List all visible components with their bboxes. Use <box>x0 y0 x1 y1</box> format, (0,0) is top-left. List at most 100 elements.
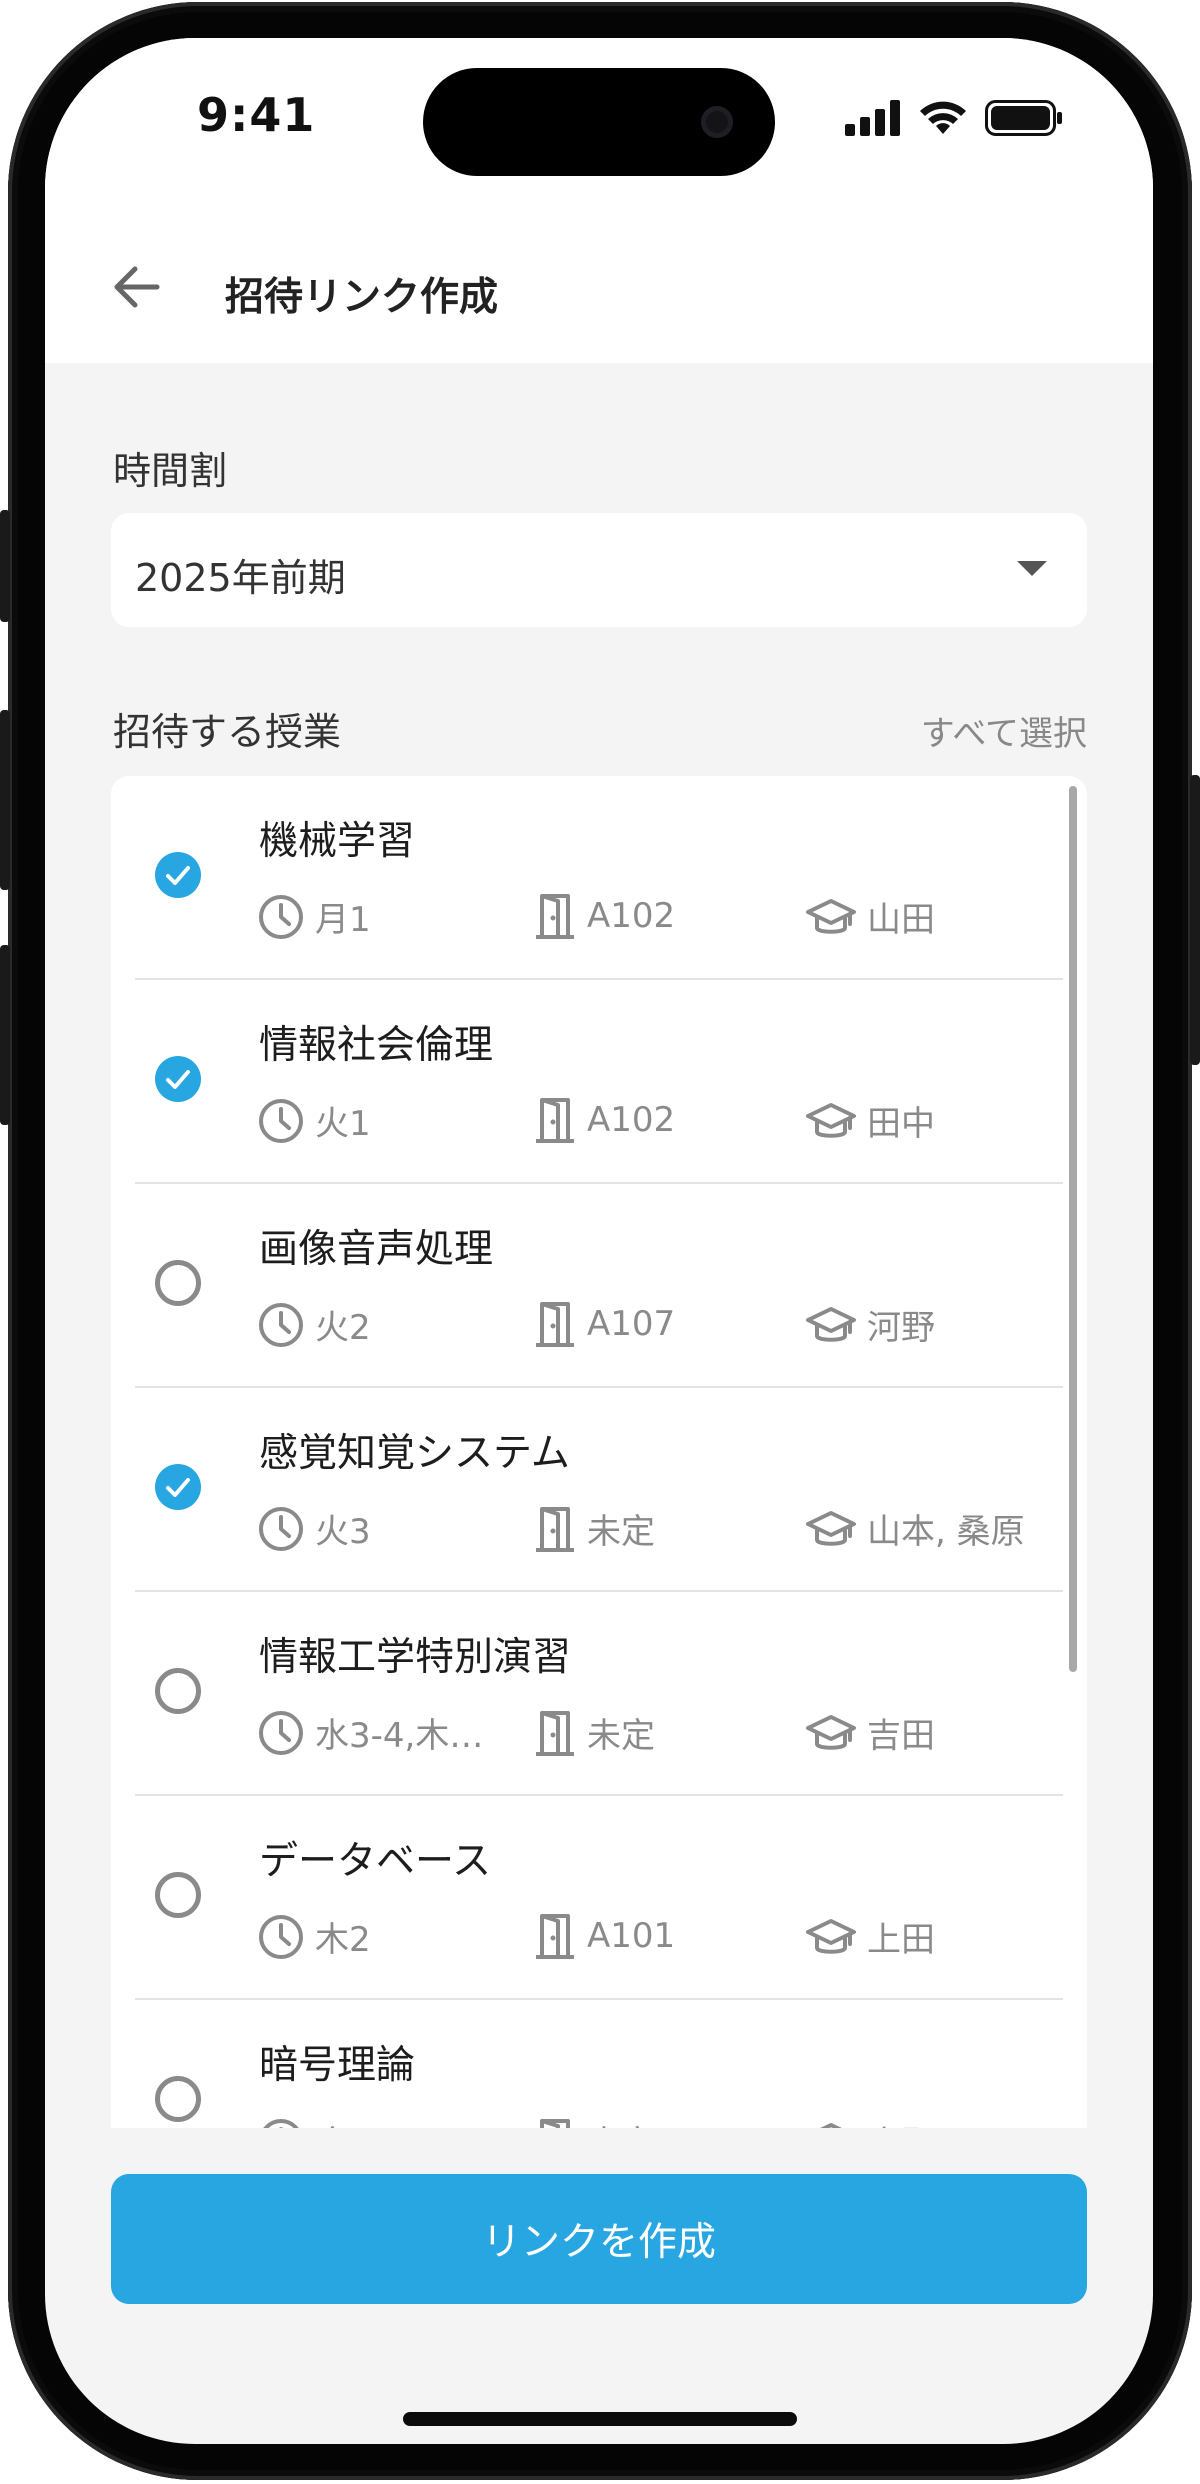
back-button[interactable] <box>105 256 167 318</box>
class-room: 未定 <box>533 2116 655 2128</box>
class-title: 画像音声処理 <box>259 1227 494 1272</box>
timetable-label: 時間割 <box>113 449 228 493</box>
class-room: A101 <box>533 1912 675 1960</box>
class-room: A102 <box>533 892 675 940</box>
create-link-button-label: リンクを作成 <box>481 2220 716 2265</box>
graduation-cap-icon <box>806 1510 856 1546</box>
classes-label: 招待する授業 <box>113 710 342 754</box>
checkbox-checked[interactable] <box>155 852 201 898</box>
class-list-item[interactable]: 機械学習月1 A102 山田 <box>111 776 1087 980</box>
checkbox-unchecked[interactable] <box>155 1668 201 1714</box>
clock-icon <box>259 1302 303 1347</box>
class-time-text: 木2 <box>315 1920 371 1960</box>
class-room: A107 <box>533 1300 675 1348</box>
graduation-cap-icon <box>806 898 856 934</box>
screen: 9:41 招待リンク作成 時間割 2025年前期 招待する授業 すべて選択 機械… <box>45 38 1153 2444</box>
class-list-item[interactable]: 情報社会倫理火1 A102 田中 <box>111 980 1087 1184</box>
arrow-left-icon <box>114 266 160 308</box>
class-title: 情報社会倫理 <box>259 1023 494 1068</box>
check-icon <box>166 866 190 885</box>
door-icon <box>536 894 574 939</box>
door-icon <box>536 1098 574 1143</box>
class-teacher-text: 山田 <box>867 900 935 940</box>
check-icon <box>166 1070 190 1089</box>
class-room-text: 未定 <box>587 2116 655 2128</box>
graduation-cap-icon <box>806 1714 856 1750</box>
class-time-text: 金3 <box>315 2116 371 2128</box>
class-list: 機械学習月1 A102 山田情報社会倫理火1 A102 田中画像音声処理火2 A107 河野… <box>111 776 1087 2128</box>
checkbox-checked[interactable] <box>155 1464 201 1510</box>
class-title: データベース <box>259 1839 492 1884</box>
status-icons <box>845 98 1063 138</box>
class-time: 金3 <box>257 2116 371 2128</box>
select-all-link[interactable]: すべて選択 <box>921 706 1087 755</box>
class-time: 火3 <box>257 1504 371 1553</box>
clock-icon <box>259 1914 303 1959</box>
class-teacher: 上田 <box>805 1912 935 1961</box>
class-room-text: 未定 <box>587 1512 655 1552</box>
clock-icon <box>259 894 303 939</box>
class-teacher: 河野 <box>805 1300 935 1349</box>
class-title: 暗号理論 <box>259 2043 416 2088</box>
class-time: 水3-4,木… <box>257 1708 483 1757</box>
checkbox-unchecked[interactable] <box>155 2076 201 2122</box>
door-icon <box>536 1506 574 1552</box>
class-teacher-text: 山本, 桑原 <box>867 1512 1025 1552</box>
home-indicator <box>403 2412 797 2426</box>
class-time-text: 月1 <box>315 900 371 940</box>
class-title: 感覚知覚システム <box>259 1431 570 1476</box>
class-time-text: 水3-4,木… <box>315 1716 484 1756</box>
class-time-text: 火1 <box>315 1104 371 1144</box>
class-room-text: A107 <box>587 1304 676 1344</box>
checkbox-checked[interactable] <box>155 1056 201 1102</box>
volume-up-button <box>0 710 10 890</box>
class-teacher-text: 小野 <box>867 2116 935 2128</box>
class-list-item[interactable]: データベース木2 A101 上田 <box>111 1796 1087 2000</box>
class-time: 火1 <box>257 1096 371 1145</box>
class-room-text: A101 <box>587 1916 676 1956</box>
clock-icon <box>259 1506 303 1551</box>
class-teacher: 田中 <box>805 1096 935 1145</box>
class-teacher-text: 吉田 <box>867 1716 935 1756</box>
class-teacher: 山田 <box>805 892 935 941</box>
app-header: 9:41 招待リンク作成 <box>45 38 1153 363</box>
page-title: 招待リンク作成 <box>225 275 499 320</box>
timetable-select-value: 2025年前期 <box>135 556 346 600</box>
class-list-item[interactable]: 感覚知覚システム火3 未定 山本, 桑原 <box>111 1388 1087 1592</box>
dynamic-island <box>423 68 775 176</box>
clock-icon <box>259 1098 303 1143</box>
class-room: A102 <box>533 1096 675 1144</box>
clock-icon <box>262 2118 300 2128</box>
class-time-text: 火3 <box>315 1512 371 1552</box>
class-room-text: 未定 <box>587 1716 655 1756</box>
class-teacher-text: 田中 <box>867 1104 935 1144</box>
class-time: 火2 <box>257 1300 371 1349</box>
create-link-button[interactable]: リンクを作成 <box>111 2174 1087 2304</box>
cellular-signal-icon <box>845 100 900 136</box>
door-icon <box>536 1710 574 1756</box>
class-list-item[interactable]: 暗号理論金3 未定 小野 <box>111 2000 1087 2128</box>
power-button <box>1190 775 1200 1065</box>
volume-down-button <box>0 945 10 1125</box>
class-list-item[interactable]: 画像音声処理火2 A107 河野 <box>111 1184 1087 1388</box>
clock-icon <box>259 1710 303 1755</box>
class-room: 未定 <box>533 1504 655 1553</box>
class-list-item[interactable]: 情報工学特別演習 水3-4,木… 未定 吉田 <box>111 1592 1087 1796</box>
class-title: 機械学習 <box>259 819 416 864</box>
graduation-cap-icon <box>806 1306 856 1342</box>
checkbox-unchecked[interactable] <box>155 1872 201 1918</box>
class-teacher: 山本, 桑原 <box>805 1504 1025 1553</box>
battery-icon <box>985 100 1062 136</box>
front-camera <box>701 106 733 138</box>
checkbox-unchecked[interactable] <box>155 1260 201 1306</box>
class-time-text: 火2 <box>315 1308 371 1348</box>
wifi-icon <box>920 101 966 134</box>
status-time: 9:41 <box>197 88 316 142</box>
graduation-cap-icon <box>819 2122 843 2128</box>
class-time: 月1 <box>257 892 371 941</box>
caret-down-icon <box>1017 561 1047 576</box>
check-icon <box>166 1478 190 1497</box>
timetable-select[interactable]: 2025年前期 <box>111 513 1087 627</box>
class-room-text: A102 <box>587 896 676 936</box>
class-teacher: 吉田 <box>805 1708 935 1757</box>
